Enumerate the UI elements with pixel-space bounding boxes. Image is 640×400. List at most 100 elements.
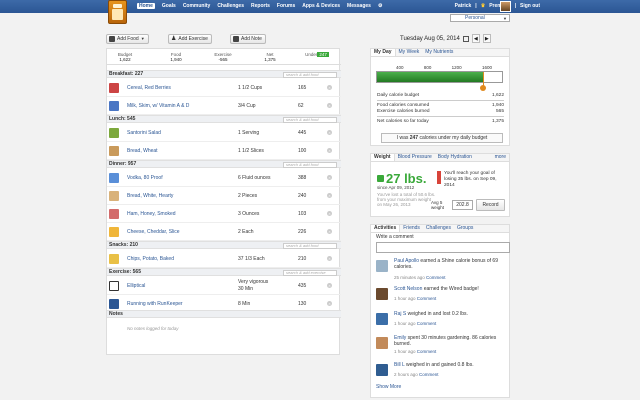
calendar-icon[interactable] — [462, 35, 469, 42]
weight-lost: 27 lbs. — [377, 171, 426, 186]
tab-body-hydration[interactable]: Body Hydration — [435, 154, 475, 161]
delete-icon[interactable]: × — [327, 256, 332, 261]
search-input[interactable]: search & add food — [283, 243, 337, 249]
tab-my-day[interactable]: My Day — [371, 49, 396, 56]
calorie-progress-fill — [377, 72, 484, 82]
share-under-budget-button[interactable]: I was 247 calories under my daily budget — [381, 133, 503, 143]
add-food-button[interactable]: Add Food ▼ — [106, 34, 149, 44]
record-weight-button[interactable]: Record — [476, 199, 505, 211]
comment-link[interactable]: Comment — [419, 372, 439, 377]
summary-exercise: Exercise -565 — [214, 52, 232, 62]
goal-ribbon-icon — [437, 171, 441, 184]
nav-reports[interactable]: Reports — [251, 3, 270, 9]
food-icon — [109, 36, 115, 42]
comment-input[interactable] — [376, 242, 510, 253]
elliptical-icon — [109, 281, 119, 291]
user-avatar[interactable] — [500, 1, 511, 12]
tab-groups[interactable]: Groups — [454, 225, 476, 232]
food-row[interactable]: Santorini Salad 1 Serving 445 × — [107, 124, 341, 142]
delete-icon[interactable]: × — [327, 211, 332, 216]
gear-icon[interactable]: ⚙ — [378, 3, 382, 9]
activity-tabs: Activities Friends Challenges Groups — [371, 225, 509, 233]
tab-my-week[interactable]: My Week — [396, 49, 423, 56]
previous-day-button[interactable]: ◀ — [471, 34, 480, 43]
main-nav: Home Goals Community Challenges Reports … — [137, 3, 382, 9]
exercise-header: Exercise: 565 search & add exercise — [107, 268, 341, 276]
delete-icon[interactable]: × — [327, 130, 332, 135]
search-input[interactable]: search & add food — [283, 72, 337, 78]
weight-detail: You've lost a total of 50.6 lbs. from yo… — [377, 192, 436, 207]
food-consumed-row: Food calories consumed 1,940 — [377, 103, 504, 108]
food-row[interactable]: Chips, Potato, Baked 37 1/3 Each 210 × — [107, 250, 341, 268]
nav-community[interactable]: Community — [183, 3, 211, 9]
food-row[interactable]: Bread, Wheat 1 1/2 Slices 100 × — [107, 142, 341, 160]
summary-budget: Budget 1,622 — [117, 52, 133, 62]
avatar[interactable] — [376, 337, 388, 349]
show-more-link[interactable]: Show More — [376, 384, 401, 390]
avatar[interactable] — [376, 288, 388, 300]
delete-icon[interactable]: × — [327, 103, 332, 108]
delete-icon[interactable]: × — [327, 175, 332, 180]
tab-blood-pressure[interactable]: Blood Pressure — [395, 154, 435, 161]
salad-icon — [109, 128, 119, 138]
tab-my-nutrients[interactable]: My Nutrients — [422, 49, 456, 56]
ham-icon — [109, 209, 119, 219]
delete-icon[interactable]: × — [327, 193, 332, 198]
cereal-icon — [109, 83, 119, 93]
search-input[interactable]: search & add food — [283, 117, 337, 123]
weight-input[interactable]: 202.8 — [452, 200, 473, 210]
avatar[interactable] — [376, 260, 388, 272]
food-row[interactable]: Bread, White, Hearty 2 Pieces 240 × — [107, 187, 341, 205]
chevron-down-icon: ▼ — [140, 36, 145, 41]
food-row[interactable]: Milk, Skim, w/ Vitamin A & D 3/4 Cup 62 … — [107, 97, 341, 115]
weight-more-link[interactable]: more — [492, 154, 509, 161]
sign-out-link[interactable]: Sign out — [520, 3, 540, 9]
add-note-button[interactable]: Add Note — [230, 34, 266, 44]
comment-link[interactable]: Comment — [417, 349, 437, 354]
tab-challenges[interactable]: Challenges — [423, 225, 454, 232]
next-day-button[interactable]: ▶ — [482, 34, 491, 43]
account-select[interactable]: Personal ▼ — [450, 14, 510, 22]
weight-since: since Apr 09, 2012 — [377, 185, 415, 190]
avatar[interactable] — [376, 313, 388, 325]
my-day-tabs: My Day My Week My Nutrients — [371, 49, 509, 57]
summary-net: Net 1,375 — [264, 52, 276, 62]
comment-link[interactable]: Comment — [426, 275, 446, 280]
delete-icon[interactable]: × — [327, 148, 332, 153]
app-logo[interactable] — [108, 0, 127, 24]
goal-projection: You'll reach your goal of losing 35 lbs.… — [437, 171, 508, 189]
avatar[interactable] — [376, 364, 388, 376]
cheese-icon — [109, 227, 119, 237]
user-name[interactable]: Patrick — [455, 3, 472, 9]
tab-weight[interactable]: Weight — [371, 154, 395, 161]
calorie-summary: Budget 1,622 Food 1,940 Exercise -565 Net 1,… — [107, 51, 341, 65]
food-row[interactable]: Cheese, Cheddar, Slice 2 Each 226 × — [107, 223, 341, 241]
food-row[interactable]: Ham, Honey, Smoked 3 Ounces 103 × — [107, 205, 341, 223]
delete-icon[interactable]: × — [327, 229, 332, 234]
down-arrow-icon — [377, 175, 384, 182]
tab-activities[interactable]: Activities — [371, 225, 401, 232]
nav-goals[interactable]: Goals — [162, 3, 176, 9]
delete-icon[interactable]: × — [327, 85, 332, 90]
nav-forums[interactable]: Forums — [277, 3, 295, 9]
nav-messages[interactable]: Messages — [347, 3, 371, 9]
search-input[interactable]: search & add exercise — [283, 270, 337, 276]
food-diary: Budget 1,622 Food 1,940 Exercise -565 Net 1,… — [106, 48, 341, 355]
avg-weight-label: Avg 5 weight — [431, 200, 445, 210]
exercise-row[interactable]: Elliptical Very vigorous 30 Min 435 × — [107, 277, 341, 295]
nav-home[interactable]: Home — [137, 3, 155, 9]
nav-apps-devices[interactable]: Apps & Devices — [302, 3, 340, 9]
food-row[interactable]: Vodka, 80 Proof 6 Fluid ounces 388 × — [107, 169, 341, 187]
premium-icon: ♛ — [480, 3, 486, 9]
search-input[interactable]: search & add food — [283, 162, 337, 168]
comment-link[interactable]: Comment — [417, 296, 437, 301]
account-select-value: Personal — [465, 15, 485, 21]
comment-link[interactable]: Comment — [417, 321, 437, 326]
delete-icon[interactable]: × — [327, 283, 332, 288]
nav-challenges[interactable]: Challenges — [217, 3, 244, 9]
add-exercise-button[interactable]: ♟ Add Exercise — [168, 34, 212, 44]
food-row[interactable]: Cereal, Red Berries 1 1/2 Cups 165 × — [107, 79, 341, 97]
delete-icon[interactable]: × — [327, 301, 332, 306]
tab-friends[interactable]: Friends — [400, 225, 423, 232]
vodka-icon — [109, 173, 119, 183]
